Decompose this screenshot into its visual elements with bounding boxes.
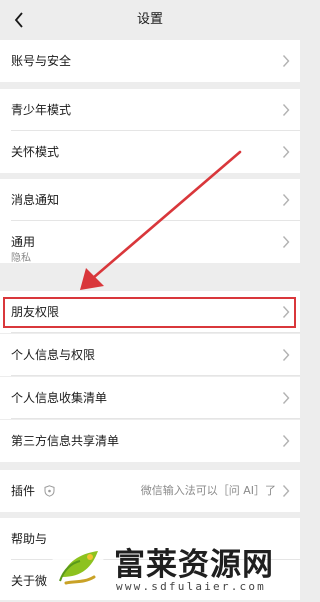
settings-item-label: 关于微 bbox=[11, 574, 48, 588]
settings-item-label: 帮助与 bbox=[11, 532, 48, 546]
settings-item-label: 插件 bbox=[11, 484, 36, 498]
chevron-right-icon bbox=[282, 194, 290, 206]
settings-item-general[interactable]: 通用 bbox=[0, 221, 300, 263]
page-title: 设置 bbox=[136, 12, 163, 27]
settings-item-label: 关怀模式 bbox=[11, 145, 60, 159]
chevron-right-icon bbox=[282, 104, 290, 116]
section-header-privacy: 隐私 bbox=[11, 253, 31, 264]
chevron-right-icon bbox=[282, 236, 290, 248]
chevron-right-icon bbox=[282, 392, 290, 404]
chevron-right-icon bbox=[282, 55, 290, 67]
shield-icon bbox=[44, 485, 55, 497]
settings-item-third-party-list[interactable]: 第三方信息共享清单 bbox=[0, 420, 300, 462]
settings-item-account-security[interactable]: 账号与安全 bbox=[0, 40, 300, 82]
divider bbox=[11, 418, 300, 419]
settings-item-friend-permissions[interactable]: 朋友权限 bbox=[0, 291, 300, 333]
chevron-right-icon bbox=[282, 306, 290, 318]
settings-item-plugins[interactable]: 插件 微信输入法可以［问 AI］了 bbox=[0, 470, 300, 512]
settings-item-label: 个人信息与权限 bbox=[11, 348, 96, 362]
chevron-right-icon bbox=[282, 146, 290, 158]
settings-item-teen-mode[interactable]: 青少年模式 bbox=[0, 89, 300, 131]
chevron-right-icon bbox=[282, 435, 290, 447]
settings-item-help[interactable]: 帮助与 bbox=[0, 518, 300, 560]
settings-item-notifications[interactable]: 消息通知 bbox=[0, 179, 300, 221]
settings-item-personal-info-list[interactable]: 个人信息收集清单 bbox=[0, 377, 300, 419]
navigation-bar: 设置 bbox=[0, 0, 300, 40]
settings-item-label: 个人信息收集清单 bbox=[11, 391, 108, 405]
plugins-status-text: 微信输入法可以［问 AI］了 bbox=[140, 484, 276, 497]
settings-item-about[interactable]: 关于微 bbox=[0, 560, 300, 600]
chevron-right-icon bbox=[282, 485, 290, 497]
settings-item-label: 朋友权限 bbox=[11, 305, 60, 319]
divider bbox=[11, 375, 300, 376]
settings-item-label: 第三方信息共享清单 bbox=[11, 434, 120, 448]
divider bbox=[11, 332, 300, 333]
settings-item-label: 账号与安全 bbox=[11, 54, 72, 68]
settings-item-personal-info-permissions[interactable]: 个人信息与权限 bbox=[0, 334, 300, 376]
settings-item-label: 消息通知 bbox=[11, 193, 60, 207]
chevron-right-icon bbox=[282, 349, 290, 361]
settings-item-care-mode[interactable]: 关怀模式 bbox=[0, 131, 300, 173]
settings-item-label: 青少年模式 bbox=[11, 103, 72, 117]
